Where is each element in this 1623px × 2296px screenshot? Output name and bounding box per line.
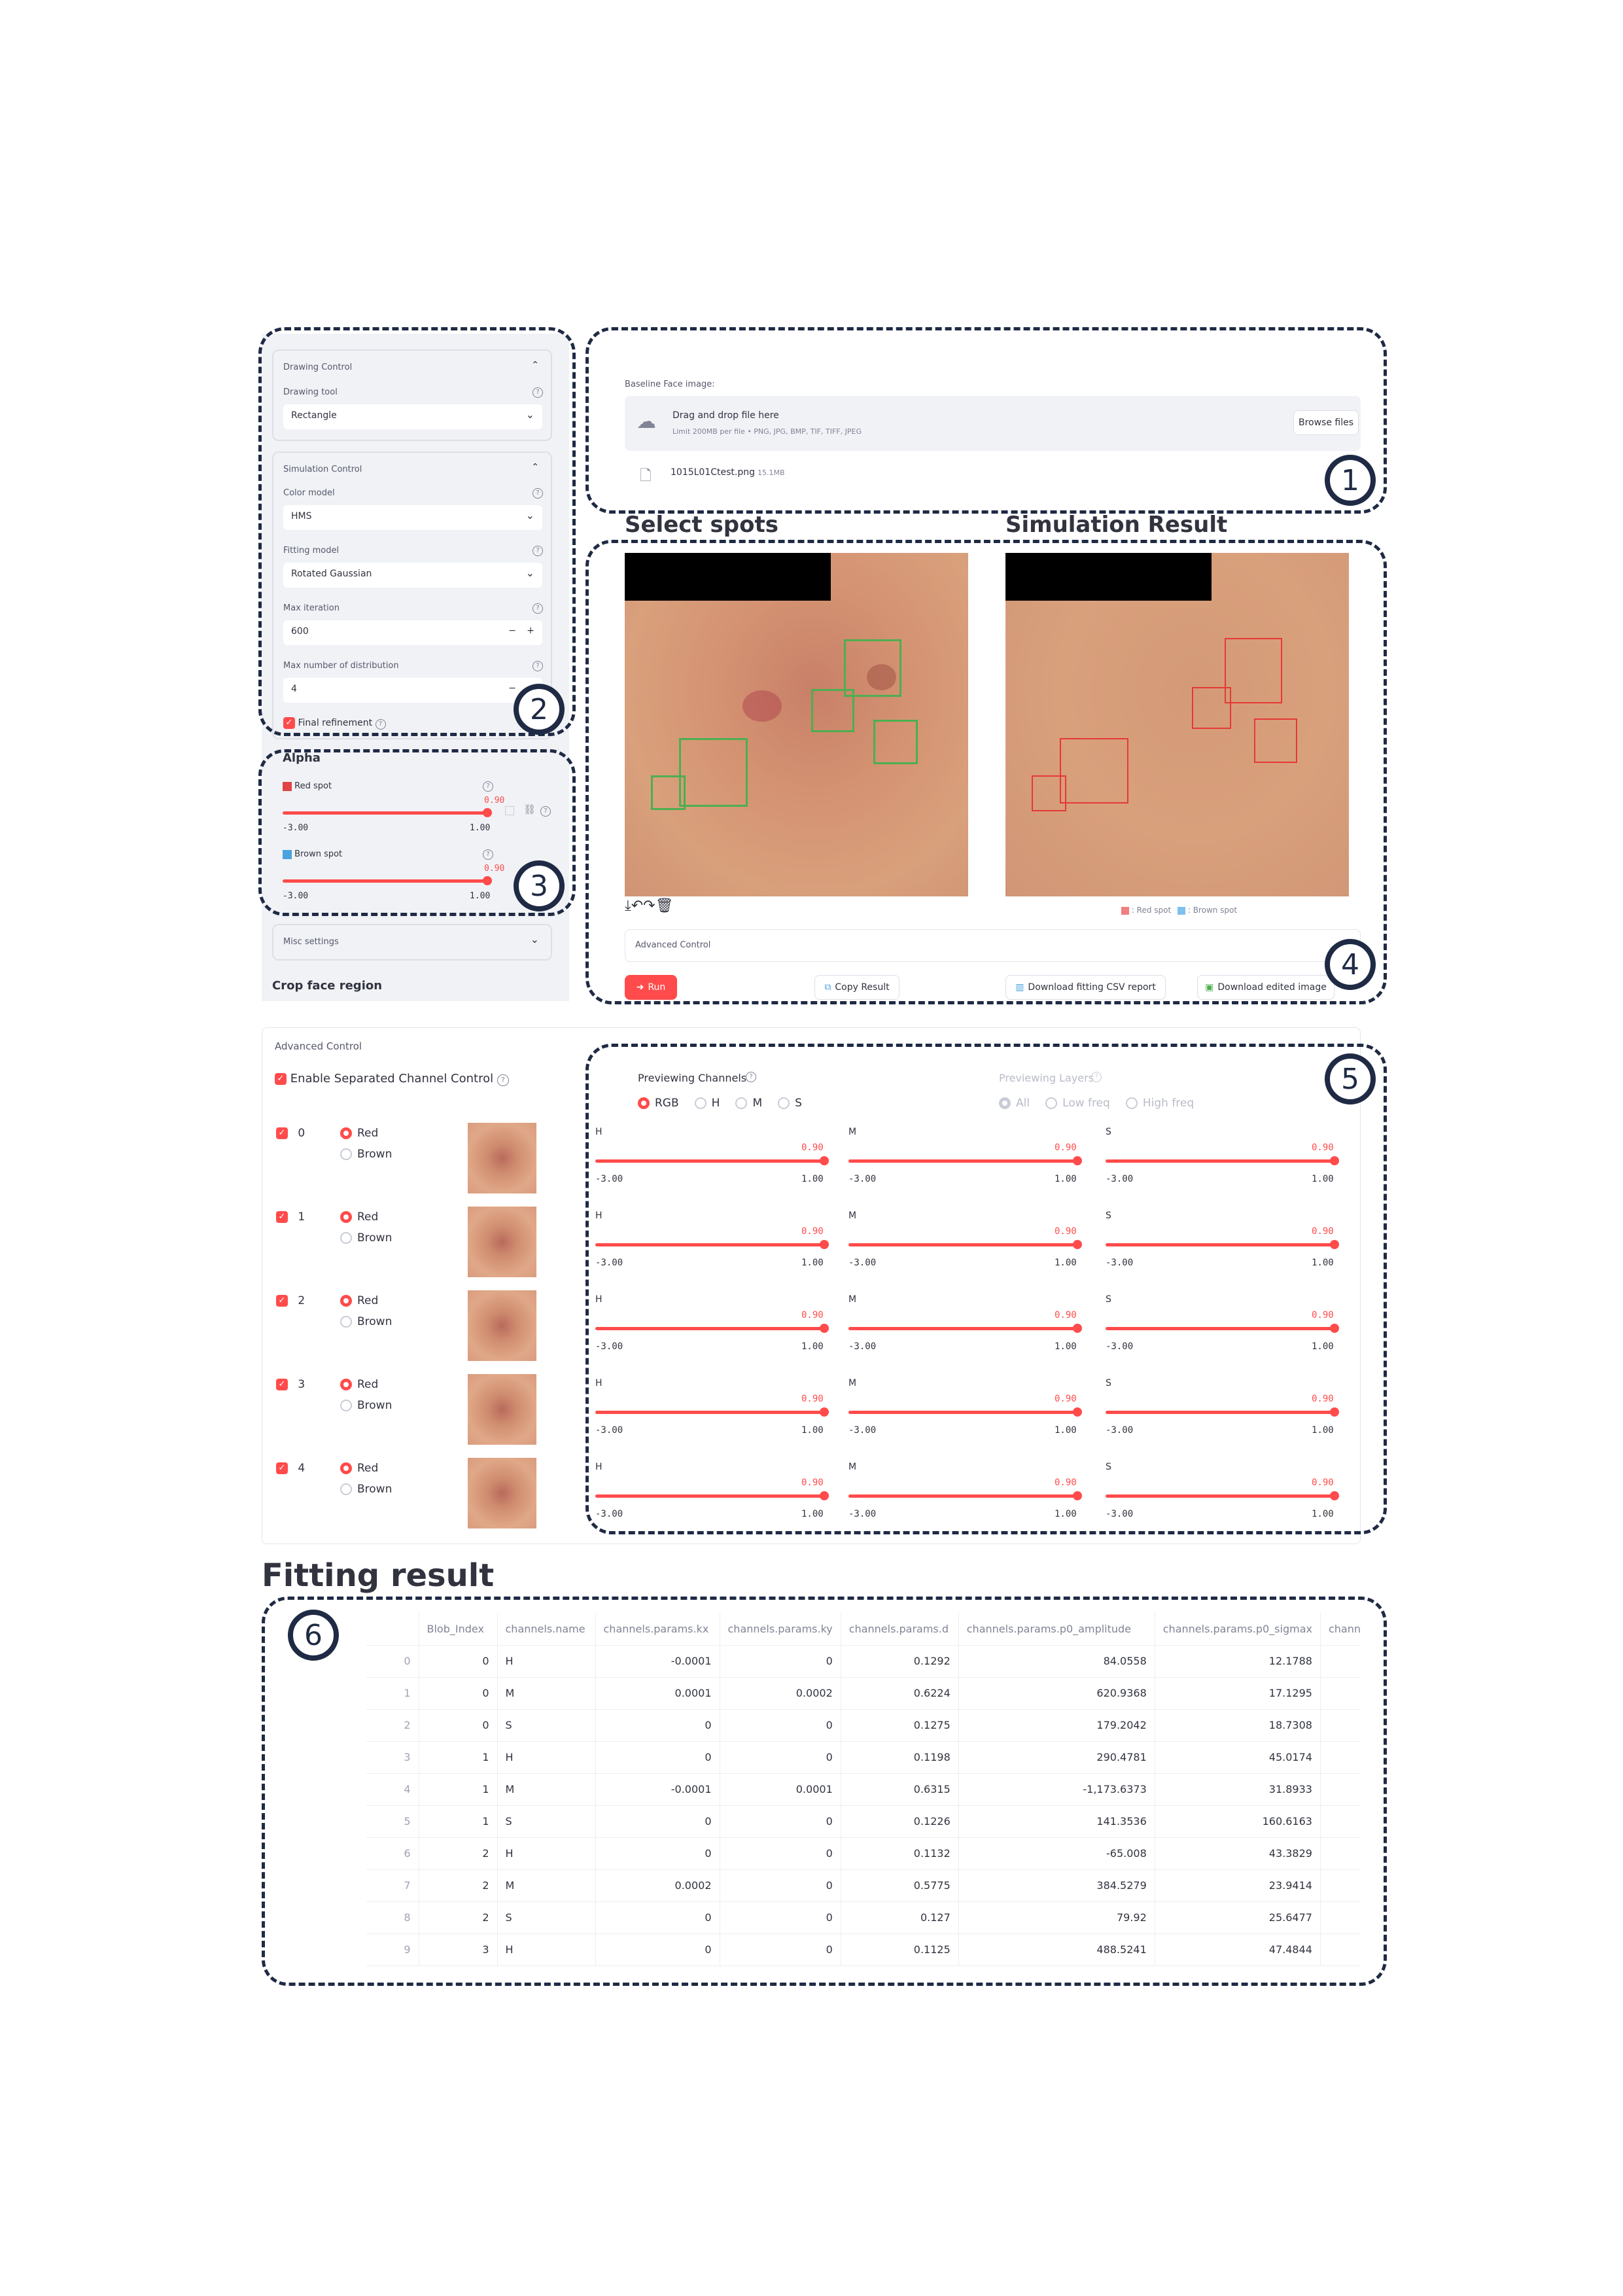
- marker-5: 5: [1325, 1053, 1376, 1104]
- blob-thumbnail: [468, 1374, 536, 1445]
- misc-settings-title: Misc settings: [283, 937, 339, 947]
- simulation-result-heading: Simulation Result: [1005, 512, 1228, 538]
- blob-checkbox[interactable]: ✓ 3: [276, 1378, 305, 1391]
- red-radio-label: Red: [357, 1294, 379, 1307]
- blob-thumbnail: [468, 1290, 536, 1361]
- crop-face-region-title: Crop face region: [272, 979, 383, 993]
- red-radio[interactable]: Red: [340, 1294, 378, 1307]
- misc-settings-expander[interactable]: Misc settings ⌄: [272, 924, 552, 961]
- red-radio-label: Red: [357, 1378, 379, 1391]
- region-4: [585, 540, 1387, 1004]
- radio-icon: [340, 1148, 352, 1160]
- check-icon: ✓: [276, 1211, 288, 1223]
- marker-6: 6: [288, 1610, 339, 1661]
- brown-radio-label: Brown: [357, 1315, 393, 1328]
- check-icon: ✓: [276, 1295, 288, 1307]
- blob-thumbnail: [468, 1207, 536, 1277]
- radio-icon: [340, 1400, 352, 1411]
- radio-icon: [340, 1232, 352, 1244]
- marker-1: 1: [1325, 455, 1376, 506]
- region-2: [258, 327, 576, 736]
- check-icon: ✓: [276, 1379, 288, 1390]
- red-radio[interactable]: Red: [340, 1378, 378, 1391]
- blob-checkbox[interactable]: ✓ 0: [276, 1127, 305, 1140]
- enable-separated-checkbox[interactable]: ✓ Enable Separated Channel Control ?: [275, 1072, 509, 1086]
- red-radio[interactable]: Red: [340, 1127, 378, 1140]
- radio-selected-icon: [340, 1295, 352, 1307]
- brown-radio[interactable]: Brown: [340, 1148, 392, 1161]
- red-radio-label: Red: [357, 1127, 379, 1140]
- region-6: [262, 1597, 1387, 1986]
- blob-checkbox[interactable]: ✓ 4: [276, 1462, 305, 1475]
- blob-index: 3: [298, 1378, 305, 1391]
- brown-radio-label: Brown: [357, 1483, 393, 1496]
- brown-radio[interactable]: Brown: [340, 1399, 392, 1412]
- marker-3: 3: [514, 860, 565, 911]
- blob-checkbox[interactable]: ✓ 2: [276, 1294, 305, 1307]
- blob-index: 4: [298, 1462, 305, 1475]
- blob-index: 1: [298, 1210, 305, 1224]
- radio-selected-icon: [340, 1211, 352, 1223]
- marker-4: 4: [1325, 939, 1376, 990]
- marker-2: 2: [514, 684, 565, 735]
- region-1: [585, 327, 1387, 514]
- select-spots-heading: Select spots: [625, 512, 778, 538]
- brown-radio[interactable]: Brown: [340, 1231, 392, 1245]
- check-icon: ✓: [276, 1462, 288, 1474]
- fitting-result-heading: Fitting result: [262, 1557, 495, 1594]
- advanced-control-title: Advanced Control: [275, 1040, 362, 1052]
- chevron-down-icon[interactable]: ⌄: [531, 933, 539, 945]
- blob-index: 2: [298, 1294, 305, 1307]
- radio-icon: [340, 1483, 352, 1495]
- red-radio-label: Red: [357, 1462, 379, 1475]
- enable-separated-label: Enable Separated Channel Control: [290, 1072, 494, 1086]
- red-radio[interactable]: Red: [340, 1210, 378, 1224]
- red-radio[interactable]: Red: [340, 1462, 378, 1475]
- radio-selected-icon: [340, 1462, 352, 1474]
- blob-index: 0: [298, 1127, 305, 1140]
- blob-thumbnail: [468, 1123, 536, 1193]
- blob-thumbnail: [468, 1458, 536, 1528]
- brown-radio-label: Brown: [357, 1399, 393, 1412]
- brown-radio-label: Brown: [357, 1231, 393, 1245]
- brown-radio[interactable]: Brown: [340, 1315, 392, 1328]
- brown-radio[interactable]: Brown: [340, 1483, 392, 1496]
- brown-radio-label: Brown: [357, 1148, 393, 1161]
- blob-checkbox[interactable]: ✓ 1: [276, 1210, 305, 1224]
- check-icon: ✓: [276, 1127, 288, 1139]
- check-icon: ✓: [275, 1073, 287, 1085]
- red-radio-label: Red: [357, 1210, 379, 1224]
- help-icon[interactable]: ?: [497, 1074, 509, 1086]
- radio-icon: [340, 1316, 352, 1328]
- radio-selected-icon: [340, 1127, 352, 1139]
- radio-selected-icon: [340, 1379, 352, 1390]
- region-5: [585, 1044, 1387, 1534]
